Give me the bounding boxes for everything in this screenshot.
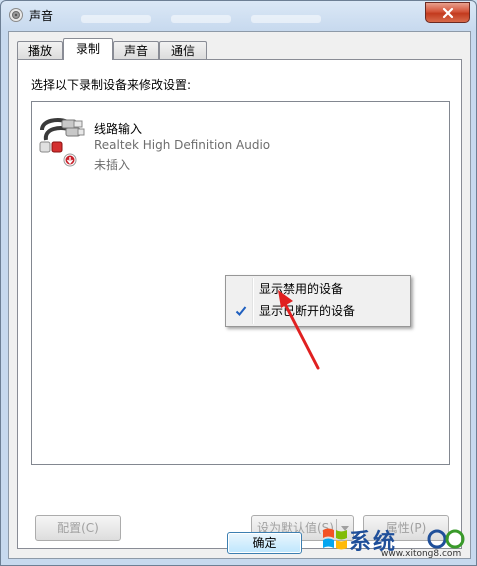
configure-button[interactable]: 配置(C)	[35, 515, 121, 541]
line-in-jack-icon	[39, 118, 85, 167]
device-name: 线路输入	[94, 122, 143, 136]
tab-sounds[interactable]: 声音	[113, 41, 159, 59]
tab-recording[interactable]: 录制	[63, 38, 113, 60]
device-driver: Realtek High Definition Audio	[94, 138, 271, 152]
tab-playback[interactable]: 播放	[17, 41, 63, 59]
title-bar-blur	[171, 15, 231, 23]
menu-item-show-disabled[interactable]: 显示禁用的设备	[228, 278, 408, 300]
device-line-in[interactable]: 线路输入 Realtek High Definition Audio 未插入	[38, 116, 298, 176]
instruction-text: 选择以下录制设备来修改设置:	[31, 78, 192, 92]
close-icon	[442, 7, 453, 18]
watermark-logo-icon	[427, 529, 465, 549]
menu-item-label: 显示已断开的设备	[259, 304, 356, 318]
title-bar-blur	[81, 15, 151, 23]
device-status: 未插入	[94, 158, 131, 172]
ok-button[interactable]: 确定	[227, 532, 302, 554]
window-title: 声音	[29, 9, 54, 23]
checkmark-icon	[235, 306, 247, 316]
menu-item-show-disconnected[interactable]: 显示已断开的设备	[228, 300, 408, 322]
menu-item-label: 显示禁用的设备	[259, 282, 344, 296]
speaker-icon	[9, 8, 23, 22]
watermark-url: www.xitong8.com	[381, 549, 462, 559]
context-menu: 显示禁用的设备 显示已断开的设备	[225, 275, 411, 327]
close-button[interactable]	[425, 2, 470, 23]
windows-logo-icon	[323, 528, 347, 550]
title-bar-blur	[251, 15, 321, 23]
title-bar[interactable]: 声音	[1, 1, 476, 29]
tab-communications[interactable]: 通信	[159, 41, 207, 59]
site-watermark: 系统 www.xitong8.com	[321, 522, 471, 562]
